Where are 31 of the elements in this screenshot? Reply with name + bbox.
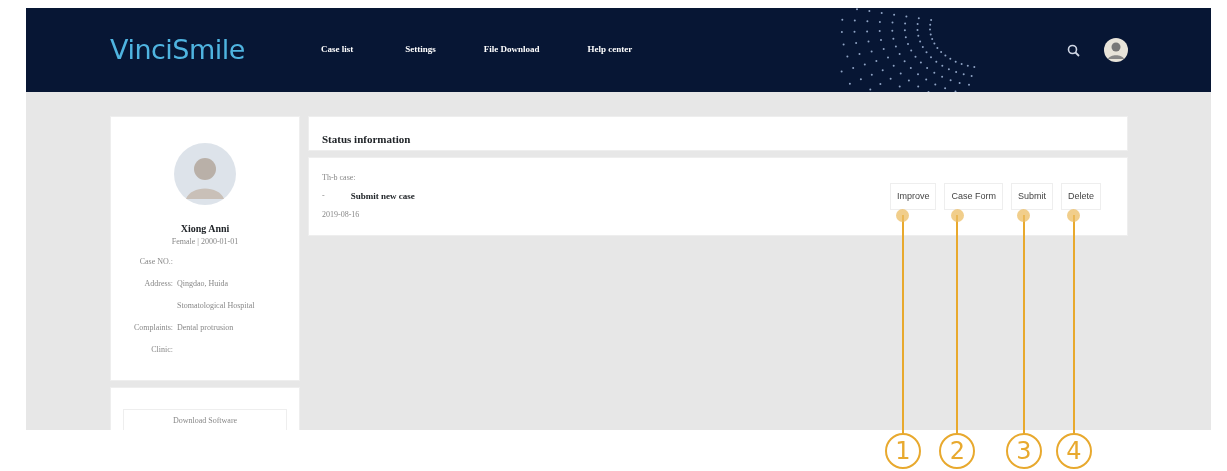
section-title: Status information xyxy=(322,133,411,145)
callout-number: 3 xyxy=(1005,433,1042,469)
avatar-placeholder xyxy=(174,143,236,205)
callout-number: 2 xyxy=(939,433,976,469)
nav-link[interactable]: File Download xyxy=(483,43,540,57)
download-button[interactable]: Download Software xyxy=(123,409,287,430)
field-label: Case NO.: xyxy=(138,256,173,268)
action-button[interactable]: Improve xyxy=(889,182,937,211)
nav-link[interactable]: Help center xyxy=(587,43,633,57)
field-label: Clinic: xyxy=(150,344,173,356)
action-button[interactable]: Case Form xyxy=(944,182,1003,211)
patient-name: Xiong Anni xyxy=(180,222,230,236)
field-value: Qingdao, Huida xyxy=(177,278,229,290)
field-label: Complaints: xyxy=(132,322,173,334)
nav-link[interactable]: Case list xyxy=(320,43,354,57)
avatar-icon[interactable] xyxy=(1104,38,1128,62)
nav-link[interactable]: Settings xyxy=(405,43,436,57)
case-title: Submit new case xyxy=(350,189,415,203)
search-icon[interactable] xyxy=(1067,43,1080,57)
field-value: Dental protrusion xyxy=(177,322,234,334)
field-value: Stomatological Hospital xyxy=(177,300,255,312)
action-button[interactable]: Delete xyxy=(1061,182,1101,211)
case-caption: Th-b case: xyxy=(322,171,357,184)
callout-number: 1 xyxy=(884,433,921,469)
case-date: 2019-08-16 xyxy=(322,209,361,222)
patient-info: Female | 2000-01-01 xyxy=(171,236,239,248)
bullet-mark: - xyxy=(322,189,325,202)
callout-number: 4 xyxy=(1056,433,1092,469)
logo[interactable]: VinciSmile xyxy=(110,29,245,71)
action-button[interactable]: Submit xyxy=(1010,182,1053,211)
field-label: Address: xyxy=(143,278,173,290)
